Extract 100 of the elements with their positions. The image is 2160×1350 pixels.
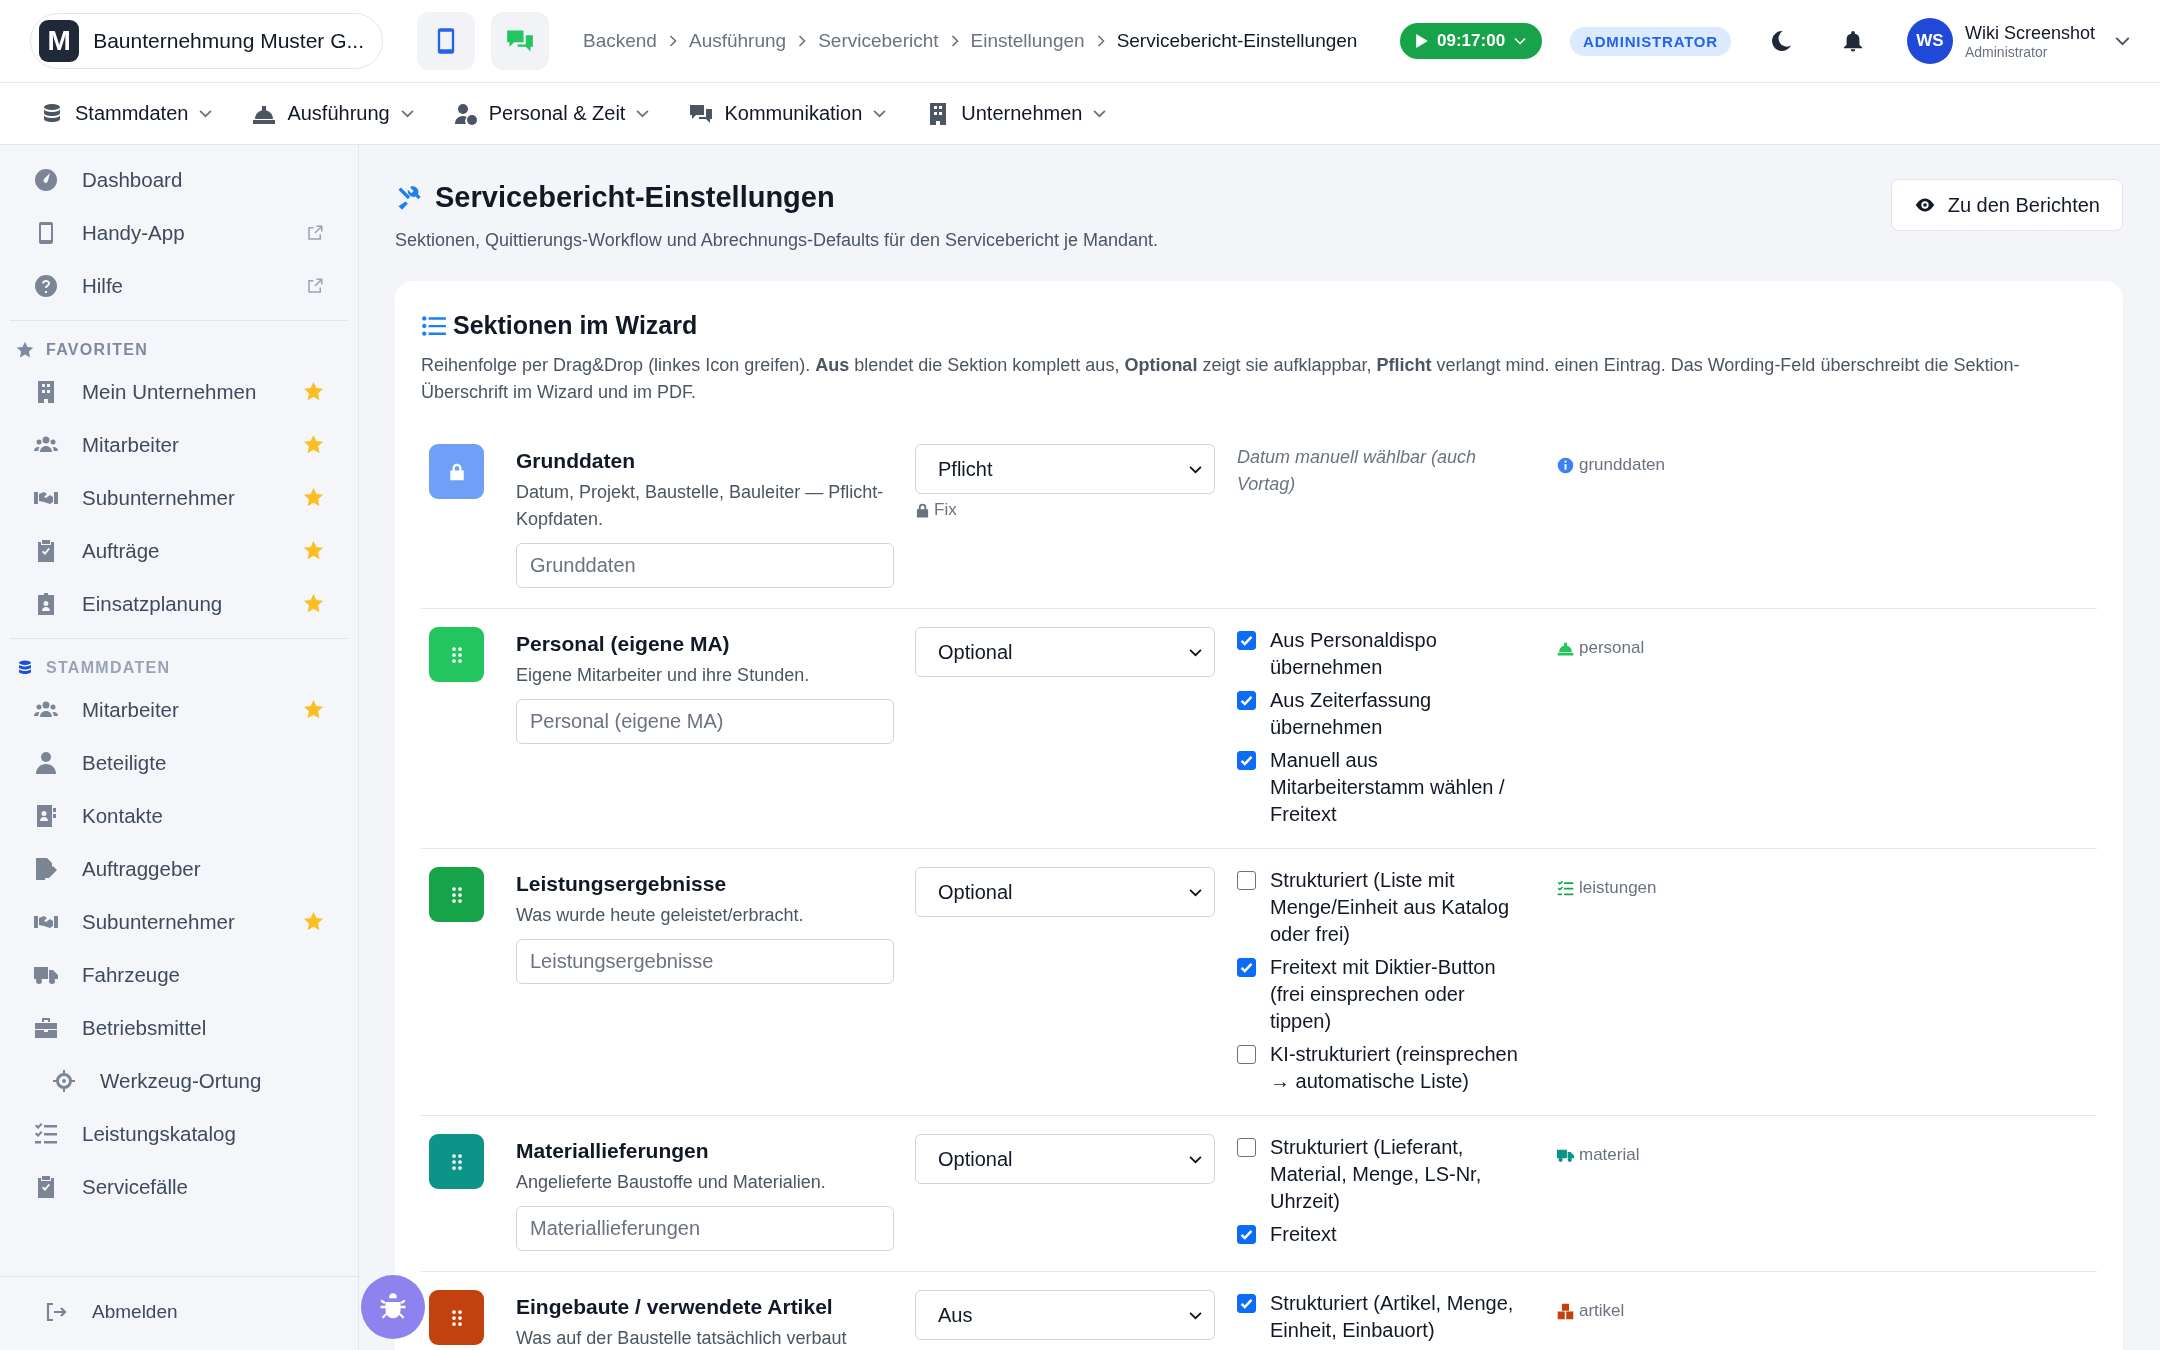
drag-handle[interactable]: [429, 1290, 484, 1345]
bug-report-button[interactable]: [361, 1275, 425, 1339]
sidebar-item[interactable]: Dashboard: [10, 153, 348, 206]
sidebar-item[interactable]: Werkzeug-Ortung: [10, 1054, 348, 1107]
wording-field[interactable]: Leistungsergebnisse: [516, 939, 894, 984]
checkbox[interactable]: [1237, 1045, 1256, 1064]
sidebar-item[interactable]: Hilfe: [10, 259, 348, 312]
logout-link[interactable]: Abmelden: [10, 1285, 348, 1338]
breadcrumb-link[interactable]: Einstellungen: [970, 30, 1085, 52]
star-icon: [303, 911, 324, 932]
play-icon: [1416, 34, 1429, 48]
sidebar-item[interactable]: Mitarbeiter: [10, 418, 348, 471]
section-description: Datum, Projekt, Baustelle, Bauleiter — Pflicht-Kopfdaten.: [516, 481, 885, 531]
sidebar-item[interactable]: Kontakte: [10, 789, 348, 842]
sidebar-item[interactable]: Leistungskatalog: [10, 1107, 348, 1160]
sidebar-item[interactable]: Handy-App: [10, 206, 348, 259]
mode-select[interactable]: Optional: [915, 627, 1215, 677]
wording-field[interactable]: Grunddaten: [516, 543, 894, 588]
mobile-app-button[interactable]: [417, 12, 475, 70]
sidebar-item[interactable]: Subunternehmer: [10, 895, 348, 948]
chevron-down-icon: [1189, 1154, 1202, 1164]
option-label: Manuell aus Mitarbeiterstamm wählen / Freitext: [1270, 748, 1506, 827]
section-key: personal: [1579, 638, 1645, 658]
drag-handle[interactable]: [429, 1134, 484, 1189]
section-title: Materiallieferungen: [516, 1139, 710, 1163]
sidebar-item[interactable]: Mitarbeiter: [10, 683, 348, 736]
option-label: Freitext: [1270, 1222, 1337, 1247]
checkbox[interactable]: [1237, 958, 1256, 977]
chevron-right-icon: [950, 35, 959, 47]
option-label: Freitext mit Diktier-Button (frei einsprechen oder tippen): [1270, 955, 1497, 1034]
sidebar-heading: FAVORITEN: [46, 341, 149, 359]
option-label: Aus Zeiterfassung übernehmen: [1270, 688, 1433, 740]
section-note: Datum manuell wählbar (auch Vortag): [1237, 446, 1478, 496]
sidebar-item[interactable]: Subunternehmer: [10, 471, 348, 524]
sidebar-item[interactable]: Aufträge: [10, 524, 348, 577]
section-title: Personal (eigene MA): [516, 632, 731, 656]
chevron-right-icon: [668, 35, 677, 47]
chevron-down-icon: [2115, 36, 2130, 46]
chevron-down-icon: [636, 109, 650, 118]
wording-field[interactable]: Materiallieferungen: [516, 1206, 894, 1251]
database-icon: [16, 659, 34, 677]
section-description: Eigene Mitarbeiter und ihre Stunden.: [516, 664, 811, 687]
checkbox[interactable]: [1237, 1225, 1256, 1244]
nav-menu-item[interactable]: Stammdaten: [40, 101, 213, 126]
user-menu[interactable]: WS Wiki Screenshot Administrator: [1906, 18, 2130, 64]
nav-menu-item[interactable]: Kommunikation: [689, 101, 887, 126]
chevron-down-icon: [1514, 37, 1527, 45]
checkbox[interactable]: [1237, 631, 1256, 650]
sidebar-item[interactable]: Fahrzeuge: [10, 948, 348, 1001]
external-link-icon: [306, 223, 324, 242]
breadcrumb-link[interactable]: Servicebericht: [818, 30, 939, 52]
checkbox[interactable]: [1237, 1138, 1256, 1157]
fix-label: Fix: [934, 500, 957, 520]
sidebar-item[interactable]: Einsatzplanung: [10, 577, 348, 630]
star-icon: [16, 341, 34, 359]
checkbox[interactable]: [1237, 1294, 1256, 1313]
checklist-icon: [34, 1121, 58, 1146]
gauge-icon: [34, 167, 58, 192]
moon-icon: [1769, 30, 1792, 52]
section-key: grunddaten: [1579, 455, 1666, 475]
breadcrumb-link[interactable]: Ausführung: [688, 30, 787, 52]
breadcrumb-link[interactable]: Servicebericht-Einstellungen: [1116, 30, 1358, 52]
sidebar-item[interactable]: Auftraggeber: [10, 842, 348, 895]
sidebar-item[interactable]: Servicefälle: [10, 1160, 348, 1213]
mode-select[interactable]: Optional: [915, 1134, 1215, 1184]
toolbox-icon: [34, 1015, 58, 1040]
mode-select[interactable]: Optional: [915, 867, 1215, 917]
user-name: Wiki Screenshot: [1964, 22, 2095, 44]
chevron-down-icon: [199, 109, 213, 118]
checkbox[interactable]: [1237, 751, 1256, 770]
section-key: artikel: [1579, 1301, 1625, 1321]
star-icon: [303, 593, 324, 614]
nav-menu-item[interactable]: Ausführung: [252, 101, 414, 126]
sidebar-item[interactable]: Beteiligte: [10, 736, 348, 789]
chevron-down-icon: [1093, 109, 1107, 118]
checkbox[interactable]: [1237, 871, 1256, 890]
reports-button[interactable]: Zu den Berichten: [1890, 179, 2123, 231]
wording-field[interactable]: Personal (eigene MA): [516, 699, 894, 744]
chevron-down-icon: [400, 109, 414, 118]
option-label: Strukturiert (Artikel, Menge, Einheit, Einbauort): [1270, 1291, 1515, 1343]
drag-handle[interactable]: [429, 627, 484, 682]
nav-menu-item[interactable]: Unternehmen: [926, 101, 1107, 126]
chevron-right-icon: [798, 35, 807, 47]
breadcrumb-link[interactable]: Backend: [583, 30, 657, 52]
bell-icon: [1841, 30, 1864, 52]
help-icon: [34, 273, 58, 298]
option-label: KI-strukturiert (reinsprechen → automatische Liste): [1270, 1042, 1519, 1094]
page-subtitle: Sektionen, Quittierungs-Workflow und Abrechnungs-Defaults für den Servicebericht je Mandant.: [395, 230, 1159, 251]
drag-handle[interactable]: [429, 867, 484, 922]
nav-menu-item[interactable]: Personal & Zeit: [453, 101, 650, 126]
role-badge: ADMINISTRATOR: [1570, 26, 1731, 56]
sidebar-item[interactable]: Mein Unternehmen: [10, 365, 348, 418]
option-label: Strukturiert (Lieferant, Material, Menge, LS-Nr, Uhrzeit): [1270, 1135, 1483, 1214]
checkbox[interactable]: [1237, 691, 1256, 710]
mode-select[interactable]: Pflicht: [915, 444, 1215, 494]
chevron-down-icon: [1189, 887, 1202, 897]
chevron-down-icon: [1189, 647, 1202, 657]
user-role: Administrator: [1964, 43, 2049, 60]
mode-select[interactable]: Aus: [915, 1290, 1215, 1340]
sidebar-item[interactable]: Betriebsmittel: [10, 1001, 348, 1054]
